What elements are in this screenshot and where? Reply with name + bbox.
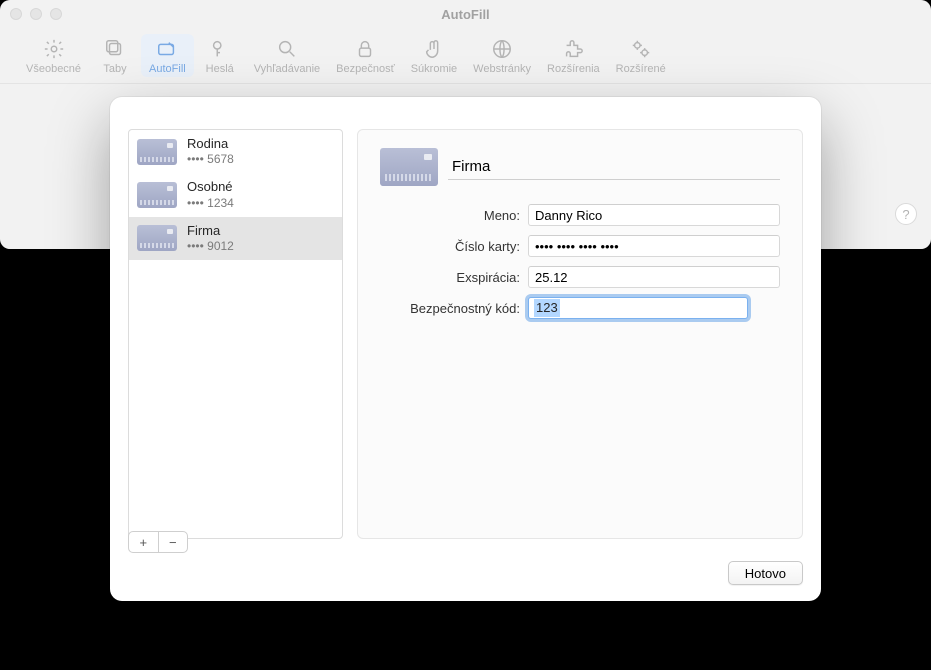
- tabs-icon: [104, 38, 126, 60]
- toolbar-item-autofill[interactable]: AutoFill: [141, 34, 194, 77]
- card-masked-number: •••• 9012: [187, 239, 234, 254]
- security-code-field[interactable]: [528, 297, 748, 319]
- expiry-field[interactable]: [528, 266, 780, 288]
- card-name: Osobné: [187, 179, 234, 195]
- credit-card-icon: [137, 139, 177, 165]
- minimize-window-button[interactable]: [30, 8, 42, 20]
- done-button[interactable]: Hotovo: [728, 561, 803, 585]
- toolbar-label: Všeobecné: [26, 63, 81, 75]
- help-button[interactable]: ?: [895, 203, 917, 225]
- close-window-button[interactable]: [10, 8, 22, 20]
- number-label: Číslo karty:: [380, 239, 520, 254]
- card-number-field[interactable]: [528, 235, 780, 257]
- remove-card-button[interactable]: −: [159, 532, 188, 552]
- name-label: Meno:: [380, 208, 520, 223]
- cvv-label: Bezpečnostný kód:: [380, 301, 520, 316]
- zoom-window-button[interactable]: [50, 8, 62, 20]
- toolbar-item-privacy[interactable]: Súkromie: [403, 34, 465, 77]
- toolbar-label: Rozšírenia: [547, 63, 600, 75]
- add-card-button[interactable]: +: [129, 532, 159, 552]
- card-name: Firma: [187, 223, 234, 239]
- titlebar: AutoFill: [0, 0, 931, 28]
- window-controls: [10, 8, 62, 20]
- card-description-field[interactable]: [448, 154, 780, 180]
- cardholder-name-field[interactable]: [528, 204, 780, 226]
- window-title: AutoFill: [0, 7, 931, 22]
- card-row[interactable]: Firma •••• 9012: [129, 217, 342, 260]
- globe-icon: [491, 38, 513, 60]
- toolbar-label: AutoFill: [149, 63, 186, 75]
- toolbar-label: Taby: [103, 63, 126, 75]
- gear-icon: [43, 38, 65, 60]
- puzzle-icon: [562, 38, 584, 60]
- search-icon: [276, 38, 298, 60]
- toolbar-item-security[interactable]: Bezpečnosť: [328, 34, 403, 77]
- credit-card-icon: [380, 148, 438, 186]
- toolbar-label: Heslá: [206, 63, 234, 75]
- credit-card-icon: [137, 225, 177, 251]
- hand-icon: [423, 38, 445, 60]
- toolbar-label: Webstránky: [473, 63, 531, 75]
- expiry-label: Exspirácia:: [380, 270, 520, 285]
- key-icon: [209, 38, 231, 60]
- toolbar-label: Rozšírené: [616, 63, 666, 75]
- card-name: Rodina: [187, 136, 234, 152]
- toolbar-item-general[interactable]: Všeobecné: [18, 34, 89, 77]
- toolbar-item-websites[interactable]: Webstránky: [465, 34, 539, 77]
- toolbar-item-extensions[interactable]: Rozšírenia: [539, 34, 608, 77]
- card-row[interactable]: Osobné •••• 1234: [129, 173, 342, 216]
- toolbar-item-passwords[interactable]: Heslá: [194, 34, 246, 77]
- toolbar-item-advanced[interactable]: Rozšírené: [608, 34, 674, 77]
- lock-icon: [354, 38, 376, 60]
- credit-card-list[interactable]: Rodina •••• 5678 Osobné •••• 1234 Firma …: [128, 129, 343, 539]
- gears-icon: [630, 38, 652, 60]
- toolbar-label: Vyhľadávanie: [254, 63, 320, 75]
- add-remove-segmented: + −: [128, 531, 188, 553]
- autofill-cards-sheet: Rodina •••• 5678 Osobné •••• 1234 Firma …: [110, 97, 821, 601]
- security-code-value: 123: [534, 299, 560, 317]
- card-detail-panel: Meno: Číslo karty: Exspirácia: Bezpečnos…: [357, 129, 803, 539]
- pencil-card-icon: [156, 38, 178, 60]
- toolbar-item-tabs[interactable]: Taby: [89, 34, 141, 77]
- prefs-toolbar: Všeobecné Taby AutoFill Heslá Vyhľadávan…: [0, 28, 931, 84]
- toolbar-label: Súkromie: [411, 63, 457, 75]
- toolbar-item-search[interactable]: Vyhľadávanie: [246, 34, 328, 77]
- credit-card-icon: [137, 182, 177, 208]
- card-row[interactable]: Rodina •••• 5678: [129, 130, 342, 173]
- toolbar-label: Bezpečnosť: [336, 63, 395, 75]
- card-masked-number: •••• 5678: [187, 152, 234, 167]
- card-masked-number: •••• 1234: [187, 196, 234, 211]
